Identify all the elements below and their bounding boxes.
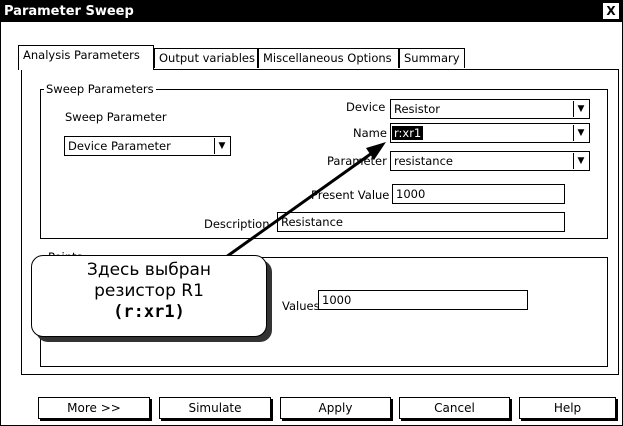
name-label: Name: [353, 126, 387, 140]
tab-summary[interactable]: Summary: [399, 48, 465, 68]
chevron-down-icon[interactable]: ▼: [214, 138, 229, 154]
description-field[interactable]: Resistance: [277, 212, 565, 232]
name-value: r:xr1: [392, 126, 424, 140]
chevron-down-icon[interactable]: ▼: [573, 153, 588, 169]
parameter-select[interactable]: resistance ▼: [390, 151, 590, 171]
device-select[interactable]: Resistor ▼: [390, 99, 590, 119]
device-label: Device: [346, 100, 386, 114]
chevron-down-icon[interactable]: ▼: [573, 125, 588, 141]
tab-label: Output variables: [159, 51, 255, 65]
apply-button[interactable]: Apply: [280, 397, 391, 419]
present-value-field[interactable]: 1000: [392, 184, 565, 204]
callout-line-2: резистор R1: [94, 281, 204, 301]
sweep-parameter-select[interactable]: Device Parameter ▼: [64, 136, 231, 156]
help-button[interactable]: Help: [519, 397, 616, 419]
close-icon: X: [606, 4, 616, 18]
callout-line-1: Здесь выбран: [86, 260, 212, 280]
tab-output-variables[interactable]: Output variables: [154, 48, 258, 68]
name-select[interactable]: r:xr1 ▼: [390, 123, 590, 143]
parameter-value: resistance: [394, 154, 453, 168]
description-label: Description: [204, 217, 270, 231]
tab-label: Miscellaneous Options: [263, 51, 392, 65]
values-label: Values: [282, 299, 320, 313]
close-button[interactable]: X: [603, 3, 619, 19]
tab-label: Analysis Parameters: [23, 48, 140, 62]
sweep-parameters-group-label: Sweep Parameters: [44, 82, 156, 96]
parameter-sweep-dialog: Parameter Sweep X Analysis Parameters Ou…: [0, 0, 623, 426]
window-title: Parameter Sweep: [4, 4, 134, 19]
more-button[interactable]: More >>: [38, 397, 150, 419]
present-value-label: Present Value: [311, 188, 390, 202]
title-bar[interactable]: Parameter Sweep X: [1, 1, 622, 22]
chevron-down-icon[interactable]: ▼: [573, 101, 588, 117]
tab-analysis-parameters[interactable]: Analysis Parameters: [18, 45, 154, 70]
simulate-button[interactable]: Simulate: [159, 397, 271, 419]
sweep-parameter-label: Sweep Parameter: [65, 110, 167, 124]
cancel-button[interactable]: Cancel: [399, 397, 510, 419]
tab-miscellaneous-options[interactable]: Miscellaneous Options: [258, 48, 399, 68]
device-value: Resistor: [394, 102, 440, 116]
annotation-callout: Здесь выбран резистор R1 (r:xr1): [31, 255, 267, 337]
tab-label: Summary: [404, 51, 460, 65]
parameter-label: Parameter: [327, 154, 387, 168]
callout-line-3: (r:xr1): [113, 302, 185, 322]
values-field[interactable]: 1000: [318, 290, 528, 310]
sweep-parameter-value: Device Parameter: [68, 139, 171, 153]
